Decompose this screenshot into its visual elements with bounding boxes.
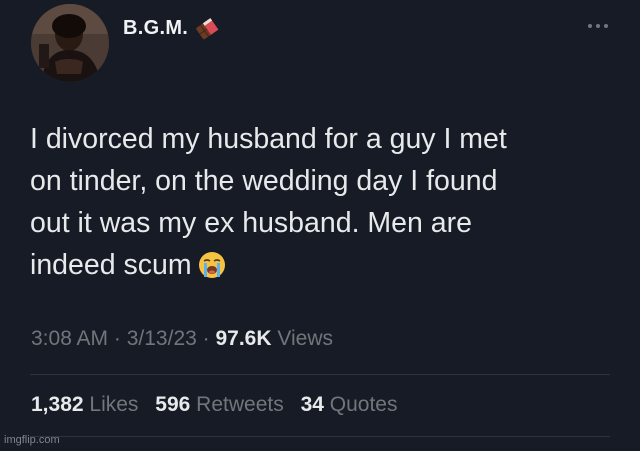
avatar-image bbox=[31, 4, 109, 82]
divider bbox=[30, 374, 610, 375]
tweet-line-last: indeed scum bbox=[30, 244, 610, 286]
tweet-line: indeed scum bbox=[30, 249, 192, 281]
quotes-label: Quotes bbox=[329, 393, 398, 416]
views-label: Views bbox=[277, 327, 334, 350]
tweet-line: on tinder, on the wedding day I found bbox=[30, 165, 498, 197]
loudly-crying-face-icon bbox=[198, 249, 226, 278]
more-options-icon[interactable] bbox=[586, 18, 610, 28]
likes-count: 1,382 bbox=[31, 393, 84, 416]
avatar[interactable] bbox=[31, 4, 109, 82]
divider bbox=[30, 436, 610, 437]
tweet-date[interactable]: 3/13/23 bbox=[127, 327, 197, 350]
tweet-card: B.G.M. I divorced my husband for a guy I… bbox=[0, 0, 640, 451]
meta-separator: · bbox=[196, 327, 216, 350]
author-name[interactable]: B.G.M. bbox=[123, 17, 188, 40]
tweet-text: I divorced my husband for a guy I met on… bbox=[30, 118, 610, 286]
quotes-count: 34 bbox=[300, 393, 324, 416]
likes-label: Likes bbox=[89, 393, 139, 416]
watermark: imgflip.com bbox=[4, 434, 60, 446]
author-row: B.G.M. bbox=[123, 17, 220, 40]
likes-stat[interactable]: 1,382 Likes bbox=[31, 393, 138, 416]
tweet-time[interactable]: 3:08 AM bbox=[31, 327, 108, 350]
tweet-line: I divorced my husband for a guy I met bbox=[30, 123, 507, 155]
tweet-meta: 3:08 AM · 3/13/23 · 97.6K Views bbox=[31, 327, 333, 351]
retweets-label: Retweets bbox=[196, 393, 284, 416]
tweet-line: out it was my ex husband. Men are bbox=[30, 207, 472, 239]
quotes-stat[interactable]: 34 Quotes bbox=[301, 393, 398, 416]
retweets-count: 596 bbox=[155, 393, 191, 416]
retweets-stat[interactable]: 596 Retweets bbox=[155, 393, 283, 416]
chocolate-bar-icon bbox=[194, 17, 220, 40]
views-count: 97.6K bbox=[215, 327, 272, 350]
engagement-stats: 1,382 Likes 596 Retweets 34 Quotes bbox=[31, 393, 408, 417]
meta-separator: · bbox=[108, 327, 127, 350]
